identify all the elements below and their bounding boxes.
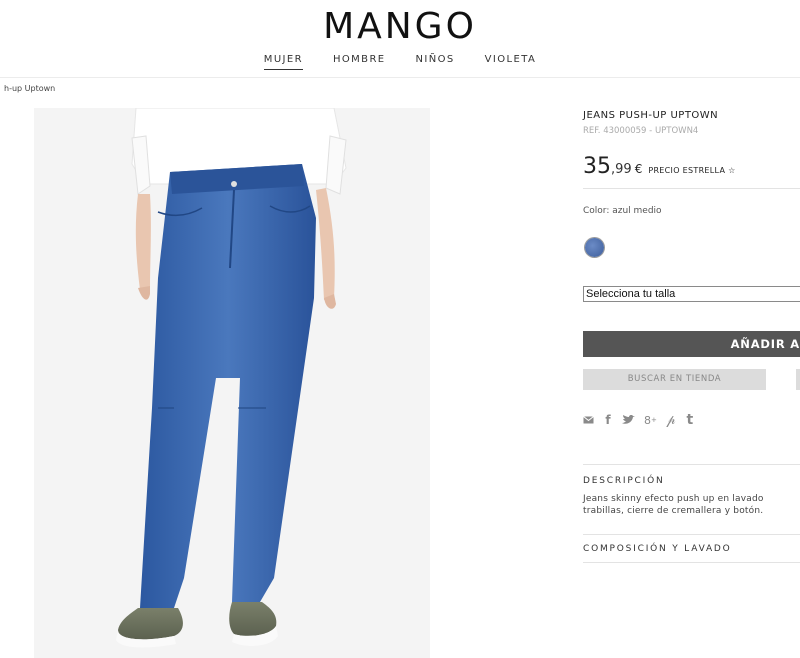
google-plus-icon[interactable]: 8 + [644, 414, 657, 427]
social-share-bar: f 8 + 𝓅 t [583, 412, 695, 428]
description-text: Jeans skinny efecto push up en lavado tr… [583, 493, 800, 517]
nav-item-hombre[interactable]: HOMBRE [333, 54, 386, 70]
add-to-cart-button[interactable]: AÑADIR A [583, 331, 800, 357]
tumblr-icon[interactable]: t [685, 412, 695, 428]
size-select[interactable]: Selecciona tu talla [583, 286, 800, 302]
nav-item-ninos[interactable]: NIÑOS [416, 54, 455, 70]
price-divider [583, 188, 800, 189]
description-line-2: trabillas, cierre de cremallera y botón. [583, 506, 764, 516]
pinterest-icon[interactable]: 𝓅 [666, 413, 676, 428]
description-line-1: Jeans skinny efecto push up en lavado [583, 494, 764, 504]
description-divider [583, 464, 800, 465]
jeans-model-illustration [34, 108, 430, 658]
composition-divider [583, 534, 800, 535]
find-in-store-button[interactable]: BUSCAR EN TIENDA [583, 369, 766, 390]
nav-item-violeta[interactable]: VIOLETA [485, 54, 537, 70]
header-divider [0, 77, 800, 78]
description-title[interactable]: DESCRIPCIÓN [583, 476, 665, 486]
color-swatch-azul-medio[interactable] [585, 238, 604, 257]
price-integer: 35 [583, 154, 611, 179]
nav-item-mujer[interactable]: MUJER [263, 54, 303, 70]
product-image[interactable] [34, 108, 430, 658]
price-currency: € [634, 162, 643, 176]
price-decimals: ,99 [611, 162, 632, 177]
brand-logo[interactable]: MANGO [0, 6, 800, 47]
color-label: Color: azul medio [583, 206, 662, 216]
facebook-icon[interactable]: f [603, 413, 613, 427]
composition-title[interactable]: COMPOSICIÓN Y LAVADO [583, 544, 732, 554]
twitter-icon[interactable] [622, 415, 635, 425]
main-nav: MUJER HOMBRE NIÑOS VIOLETA [0, 54, 800, 70]
product-price: 35,99 € PRECIO ESTRELLA ☆ [583, 154, 736, 179]
composition-bottom-divider [583, 562, 800, 563]
product-name: JEANS PUSH-UP UPTOWN [583, 110, 719, 121]
price-badge: PRECIO ESTRELLA ☆ [648, 166, 736, 175]
email-icon[interactable] [583, 416, 594, 424]
secondary-action-button[interactable] [796, 369, 800, 390]
product-reference: REF. 43000059 - UPTOWN4 [583, 126, 699, 136]
breadcrumb[interactable]: h-up Uptown [4, 84, 55, 93]
